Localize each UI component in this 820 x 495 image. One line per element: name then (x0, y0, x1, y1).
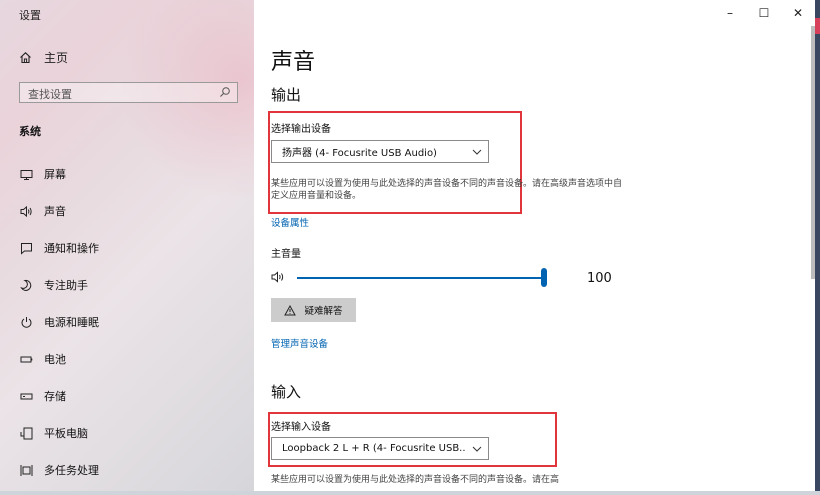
input-device-value: Loopback 2 L + R (4- Focusrite USB... (282, 443, 466, 454)
background-window-edge (815, 0, 820, 495)
content-pane: – ☐ ✕ 声音 输出 选择输出设备 扬声器 (4- Focusrite USB… (254, 0, 815, 491)
tablet-icon (19, 426, 33, 440)
display-icon (19, 167, 33, 181)
troubleshoot-label: 疑难解答 (304, 306, 343, 317)
sidebar-item-label: 存储 (44, 390, 66, 403)
search-icon[interactable] (219, 86, 231, 98)
close-button[interactable]: ✕ (781, 0, 815, 26)
moon-icon (19, 278, 33, 292)
home-label: 主页 (44, 51, 69, 65)
sidebar-item-tablet[interactable]: 平板电脑 (19, 423, 88, 443)
sidebar-section-heading: 系统 (19, 125, 41, 138)
sidebar-item-label: 平板电脑 (44, 427, 88, 440)
speaker-icon[interactable] (271, 270, 287, 284)
sidebar-item-label: 多任务处理 (44, 464, 99, 477)
background-window-accent (815, 18, 820, 34)
input-select-label: 选择输入设备 (271, 422, 331, 433)
sidebar: 设置 主页 系统 屏幕 声音 通知和操作 专注 (0, 0, 254, 491)
sidebar-item-storage[interactable]: 存储 (19, 386, 66, 406)
window-title: 设置 (19, 9, 41, 22)
home-icon (20, 52, 31, 64)
input-device-dropdown[interactable]: Loopback 2 L + R (4- Focusrite USB... (271, 437, 489, 460)
slider-track (297, 277, 544, 279)
sidebar-item-multitasking[interactable]: 多任务处理 (19, 460, 99, 480)
maximize-button[interactable]: ☐ (747, 0, 781, 26)
output-device-value: 扬声器 (4- Focusrite USB Audio) (282, 148, 437, 159)
sidebar-item-power-sleep[interactable]: 电源和睡眠 (19, 312, 99, 332)
sidebar-item-label: 通知和操作 (44, 242, 99, 255)
output-device-dropdown[interactable]: 扬声器 (4- Focusrite USB Audio) (271, 140, 489, 163)
sidebar-item-battery[interactable]: 电池 (19, 349, 66, 369)
sidebar-item-sound[interactable]: 声音 (19, 201, 66, 221)
multitask-icon (19, 463, 33, 477)
manage-sound-devices-link[interactable]: 管理声音设备 (271, 336, 328, 350)
input-heading: 输入 (271, 383, 302, 401)
chevron-down-icon (466, 149, 488, 155)
settings-window: 设置 主页 系统 屏幕 声音 通知和操作 专注 (0, 0, 815, 491)
volume-value: 100 (587, 271, 612, 286)
page-title: 声音 (271, 50, 316, 75)
sidebar-item-label: 电源和睡眠 (44, 316, 99, 329)
sidebar-item-label: 屏幕 (44, 168, 66, 181)
sidebar-item-label: 声音 (44, 205, 66, 218)
master-volume-label: 主音量 (271, 249, 301, 260)
speaker-icon (19, 204, 33, 218)
sidebar-item-label: 专注助手 (44, 279, 88, 292)
device-properties-link[interactable]: 设备属性 (271, 215, 309, 229)
sidebar-item-focus-assist[interactable]: 专注助手 (19, 275, 88, 295)
output-select-label: 选择输出设备 (271, 124, 331, 135)
search-box[interactable] (19, 82, 238, 104)
output-description: 某些应用可以设置为使用与此处选择的声音设备不同的声音设备。请在高级声音选项中自定… (271, 179, 623, 201)
slider-thumb[interactable] (541, 268, 547, 287)
sidebar-item-display[interactable]: 屏幕 (19, 164, 66, 184)
sidebar-item-label: 电池 (44, 353, 66, 366)
notification-icon (19, 241, 33, 255)
search-input[interactable] (20, 85, 208, 104)
chevron-down-icon (466, 446, 488, 452)
warning-icon (284, 304, 297, 315)
power-icon (19, 315, 33, 329)
master-volume-slider[interactable] (271, 268, 611, 288)
troubleshoot-button[interactable]: 疑难解答 (271, 298, 356, 322)
storage-icon (19, 389, 33, 403)
window-controls: – ☐ ✕ (713, 0, 815, 26)
sidebar-item-notifications[interactable]: 通知和操作 (19, 238, 99, 258)
output-heading: 输出 (271, 86, 302, 104)
battery-icon (19, 352, 33, 366)
sidebar-home[interactable]: 主页 (19, 49, 68, 66)
background-taskbar-edge (0, 491, 820, 495)
input-description: 某些应用可以设置为使用与此处选择的声音设备不同的声音设备。请在高 (271, 475, 560, 485)
minimize-button[interactable]: – (713, 0, 747, 26)
